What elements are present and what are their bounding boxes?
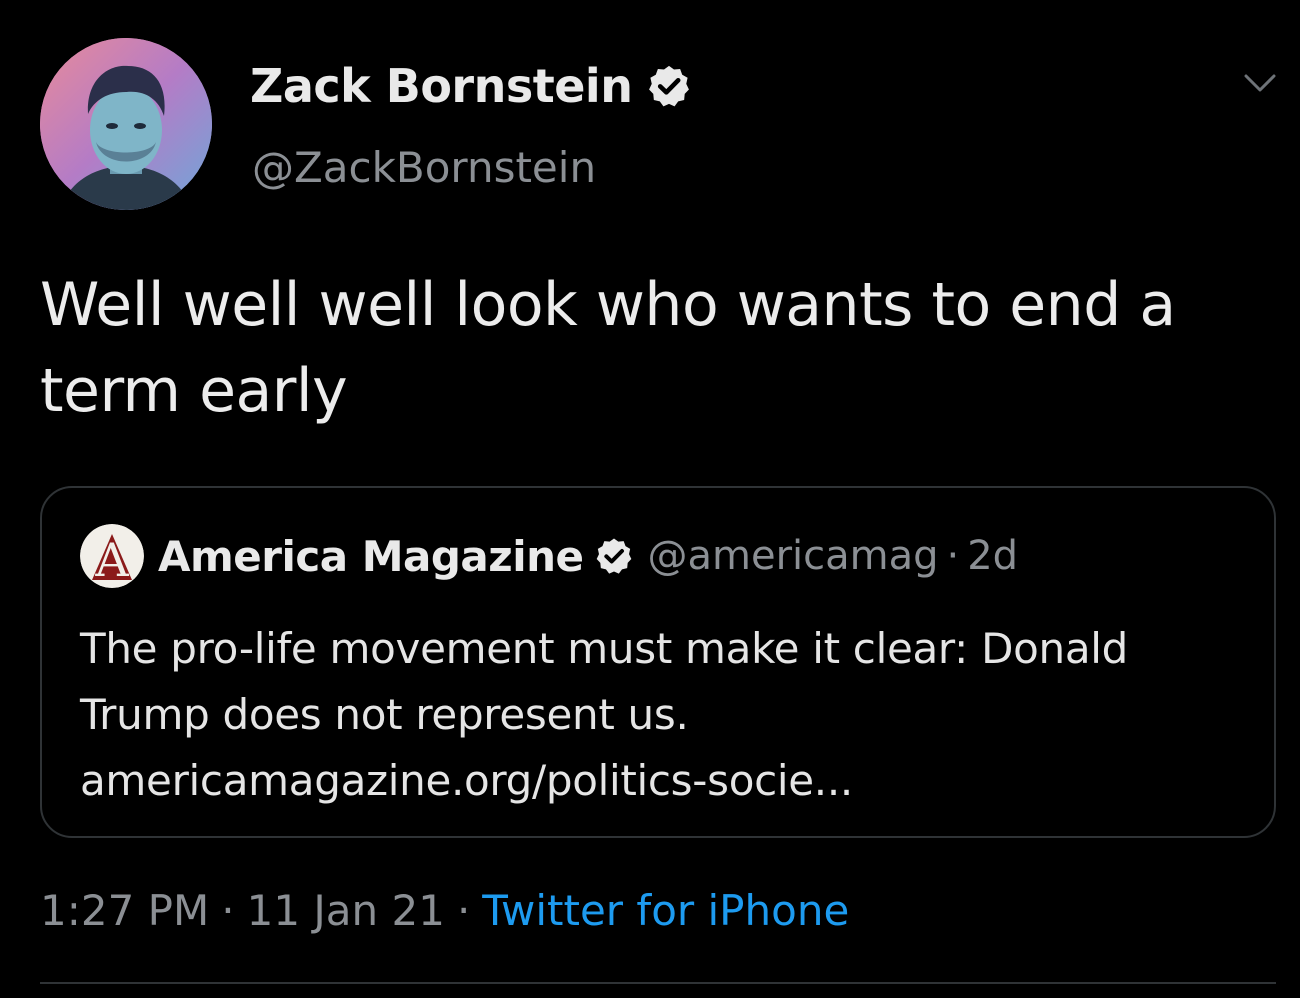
author-name[interactable]: Zack Bornstein [250,58,633,114]
quoted-tweet-age: 2d [967,533,1019,579]
tweet: Zack Bornstein @ZackBornstein Well well … [0,0,1300,998]
quoted-tweet-card[interactable]: A America Magazine @americamag · 2d The … [40,486,1276,838]
author-name-row[interactable]: Zack Bornstein [250,58,692,114]
quoted-text-line: The pro-life movement must make it clear… [80,624,1128,673]
tweet-source-link[interactable]: Twitter for iPhone [482,886,849,935]
quoted-author-handle: @americamag [647,533,939,579]
author-avatar[interactable] [40,38,212,210]
author-handle[interactable]: @ZackBornstein [252,140,596,196]
tweet-time[interactable]: 1:27 PM [40,886,209,935]
tweet-text: Well well well look who wants to end a t… [40,270,1176,426]
tweet-meta: 1:27 PM · 11 Jan 21 · Twitter for iPhone [40,880,849,940]
quoted-link[interactable]: americamagazine.org/politics-socie... [80,748,1250,814]
quoted-tweet-text: The pro-life movement must make it clear… [80,616,1250,814]
america-magazine-logo-icon: A [80,524,144,588]
quoted-tweet-header: A America Magazine @americamag · 2d [80,524,1018,588]
quoted-author-name: America Magazine [158,531,584,581]
verified-badge-icon [649,65,690,107]
tweet-date[interactable]: 11 Jan 21 [247,886,445,935]
chevron-down-icon[interactable] [1240,68,1280,98]
separator-dot: · [456,885,471,935]
quoted-text-line: Trump does not represent us. [80,690,689,739]
logo-letter: A [94,533,129,587]
separator-dot: · [946,533,960,579]
divider [40,982,1276,984]
avatar-portrait [40,38,212,210]
separator-dot: · [221,885,235,935]
verified-badge-icon [596,538,631,574]
